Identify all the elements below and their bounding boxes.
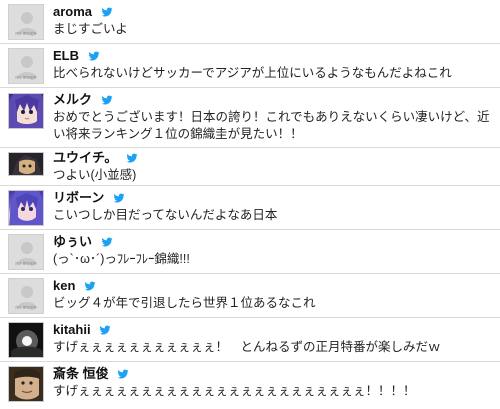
- photo-avatar-icon: [9, 323, 43, 357]
- avatar[interactable]: no image: [8, 48, 44, 84]
- tweet-text: つよい(小並感): [53, 168, 137, 182]
- avatar[interactable]: [8, 93, 44, 129]
- username-text[interactable]: ユウイチ。: [53, 150, 117, 165]
- tweet-row: no image aroma まじすごいよ: [0, 0, 500, 44]
- username-text[interactable]: ゆぅい: [53, 234, 92, 249]
- avatar[interactable]: [8, 190, 44, 226]
- twitter-bird-icon: [101, 95, 113, 105]
- username-text[interactable]: aroma: [53, 4, 92, 19]
- tweet-row: リボーン こいつしか目だってないんだよなあ日本: [0, 186, 500, 230]
- username-text[interactable]: リボーン: [53, 190, 104, 205]
- tweet-text: すげぇぇぇぇぇぇぇぇぇぇぇ！ とんねるずの正月特番が楽しみだｗ: [53, 340, 441, 354]
- username-text[interactable]: kitahii: [53, 322, 91, 337]
- avatar-placeholder-label: no image: [15, 75, 37, 81]
- username[interactable]: ELB: [53, 48, 100, 64]
- twitter-bird-icon: [84, 281, 96, 291]
- tweet-text: (っ`･ω･´)っﾌﾚｰﾌﾚｰ錦織!!!: [53, 252, 190, 266]
- username[interactable]: メルク: [53, 92, 113, 108]
- avatar[interactable]: no image: [8, 278, 44, 314]
- avatar-placeholder-label: no image: [15, 261, 37, 267]
- tweet-row: kitahii すげぇぇぇぇぇぇぇぇぇぇぇ！ とんねるずの正月特番が楽しみだｗ: [0, 318, 500, 362]
- twitter-bird-icon: [117, 369, 129, 379]
- anime-avatar-icon: [9, 191, 43, 225]
- username-text[interactable]: メルク: [53, 92, 92, 107]
- tweet-text: おめでとうございます！日本の誇り！これでもありえないくらい凄いけど、近い将来ラン…: [53, 110, 490, 141]
- username[interactable]: ゆぅい: [53, 234, 113, 250]
- tweet-text: 比べられないけどサッカーでアジアが上位にいるようなもんだよねこれ: [53, 66, 452, 80]
- username[interactable]: 斎条 恒俊: [53, 366, 129, 382]
- twitter-bird-icon: [101, 237, 113, 247]
- avatar-placeholder-label: no image: [15, 31, 37, 37]
- tweet-row: no image ken ビッグ４が年で引退したら世界１位あるなこれ: [0, 274, 500, 318]
- tweet-row: メルク おめでとうございます！日本の誇り！これでもありえないくらい凄いけど、近い…: [0, 88, 500, 148]
- username-text[interactable]: ken: [53, 278, 75, 293]
- twitter-bird-icon: [99, 325, 111, 335]
- username[interactable]: aroma: [53, 4, 113, 20]
- tweet-text: ビッグ４が年で引退したら世界１位あるなこれ: [53, 296, 316, 310]
- tweet-row: no image ELB 比べられないけどサッカーでアジアが上位にいるようなもん…: [0, 44, 500, 88]
- username[interactable]: kitahii: [53, 322, 111, 338]
- twitter-bird-icon: [126, 153, 138, 163]
- photo-avatar-icon: [9, 367, 43, 401]
- anime-avatar-icon: [9, 153, 43, 175]
- username[interactable]: ken: [53, 278, 96, 294]
- tweet-row: ユウイチ。 つよい(小並感): [0, 148, 500, 186]
- avatar[interactable]: [8, 322, 44, 358]
- avatar[interactable]: no image: [8, 4, 44, 40]
- tweet-row: 斎条 恒俊 すげぇぇぇぇぇぇぇぇぇぇぇぇぇぇぇぇぇぇぇぇぇぇぇ！！！！: [0, 362, 500, 409]
- username-text[interactable]: ELB: [53, 48, 79, 63]
- avatar[interactable]: [8, 152, 44, 176]
- avatar-placeholder-label: no image: [15, 305, 37, 311]
- username-text[interactable]: 斎条 恒俊: [53, 366, 109, 381]
- avatar[interactable]: no image: [8, 234, 44, 270]
- username[interactable]: リボーン: [53, 190, 125, 206]
- twitter-bird-icon: [113, 193, 125, 203]
- tweet-text: すげぇぇぇぇぇぇぇぇぇぇぇぇぇぇぇぇぇぇぇぇぇぇぇ！！！！: [53, 384, 416, 398]
- twitter-bird-icon: [88, 51, 100, 61]
- tweet-feed: no image aroma まじすごいよ no image ELB 比べられな…: [0, 0, 500, 409]
- tweet-text: こいつしか目だってないんだよなあ日本: [53, 208, 278, 222]
- username[interactable]: ユウイチ。: [53, 150, 138, 166]
- twitter-bird-icon: [101, 7, 113, 17]
- tweet-text: まじすごいよ: [53, 22, 128, 36]
- anime-avatar-icon: [9, 94, 43, 128]
- avatar[interactable]: [8, 366, 44, 402]
- tweet-row: no image ゆぅい (っ`･ω･´)っﾌﾚｰﾌﾚｰ錦織!!!: [0, 230, 500, 274]
